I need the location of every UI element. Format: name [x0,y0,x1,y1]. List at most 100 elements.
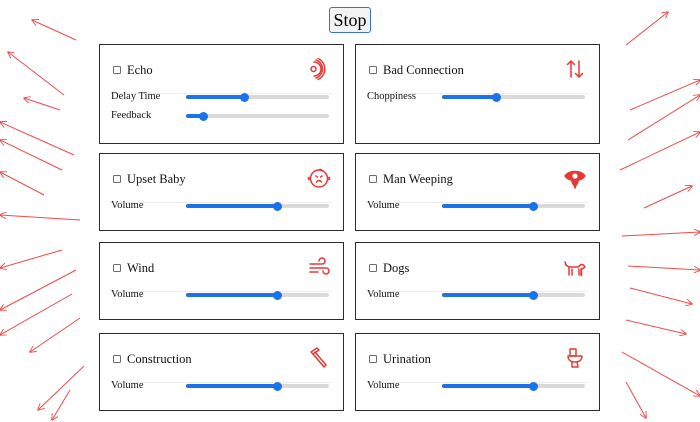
effect-checkbox[interactable] [369,175,377,183]
slider-fill [186,95,245,99]
control-row: Volume [100,199,343,213]
control-label: Volume [367,289,400,300]
slider-thumb[interactable] [273,290,283,300]
control-row: Volume [356,199,599,213]
control-label: Volume [111,289,144,300]
control-row: Delay Time [100,90,343,104]
effect-card-man-weeping: Man Weeping Volume [355,153,600,231]
slider-fill [186,293,278,297]
range-slider[interactable] [186,90,329,104]
slider-thumb[interactable] [529,381,539,391]
range-slider[interactable] [442,90,585,104]
control-row: Volume [356,379,599,393]
decorative-arrow [32,20,77,41]
slider-fill [186,384,278,388]
decorative-arrow [621,351,700,396]
control-row: Feedback [100,109,343,123]
effect-card-echo: Echo Delay Time Feedback [99,44,344,144]
up-down-arrows-icon [563,57,587,81]
range-slider[interactable] [442,199,585,213]
card-header: Wind [100,243,343,291]
decorative-arrow [0,249,63,268]
slider-thumb[interactable] [491,92,501,102]
slider-thumb[interactable] [273,201,283,211]
wind-icon [307,255,331,279]
stop-button[interactable]: Stop [329,7,371,33]
control-row: Volume [100,379,343,393]
slider-thumb[interactable] [529,290,539,300]
card-header: Echo [100,45,343,93]
range-slider[interactable] [442,288,585,302]
effect-checkbox[interactable] [113,175,121,183]
decorative-arrow [629,80,700,111]
effect-checkbox[interactable] [113,66,121,74]
effect-card-construction: Construction Volume [99,333,344,411]
effect-card-upset-baby: Upset Baby Volume [99,153,344,231]
decorative-arrow [0,122,75,156]
slider-fill [442,95,497,99]
card-header: Upset Baby [100,154,343,202]
control-label: Volume [367,200,400,211]
control-label: Delay Time [111,91,161,102]
decorative-arrow [621,232,700,237]
slider-thumb[interactable] [198,111,208,121]
decorative-arrow [0,172,45,196]
decorative-arrow [0,269,77,310]
control-label: Feedback [111,110,152,121]
effect-checkbox[interactable] [113,264,121,272]
decorative-arrow [627,265,700,270]
decorative-arrow [24,98,61,111]
decorative-arrow [627,95,700,141]
decorative-arrow [629,287,692,304]
effect-checkbox[interactable] [369,66,377,74]
hammer-icon [307,346,331,370]
effect-title: Construction [127,352,192,366]
effect-card-urination: Urination Volume [355,333,600,411]
card-header: Man Weeping [356,154,599,202]
slider-thumb[interactable] [273,381,283,391]
range-slider[interactable] [186,379,329,393]
effect-title: Upset Baby [127,172,186,186]
effect-checkbox[interactable] [113,355,121,363]
control-label: Volume [111,200,144,211]
slider-thumb[interactable] [529,201,539,211]
control-row: Choppiness [356,90,599,104]
effect-title: Wind [127,261,155,275]
range-slider[interactable] [442,379,585,393]
dog-icon [563,255,587,279]
decorative-arrow [0,293,73,335]
decorative-arrow [625,381,646,418]
toilet-icon [563,346,587,370]
effect-card-dogs: Dogs Volume [355,242,600,320]
effect-title: Bad Connection [383,63,464,77]
card-header: Urination [356,334,599,382]
control-label: Choppiness [367,91,417,102]
effect-title: Man Weeping [383,172,453,186]
effect-title: Echo [127,63,153,77]
card-header: Construction [100,334,343,382]
control-row: Volume [356,288,599,302]
decorative-arrow [0,140,63,171]
decorative-arrow [30,317,81,352]
effect-card-wind: Wind Volume [99,242,344,320]
range-slider[interactable] [186,199,329,213]
baby-face-icon [307,166,331,190]
effect-card-bad-connection: Bad Connection Choppiness [355,44,600,144]
slider-fill [442,204,534,208]
effect-checkbox[interactable] [369,355,377,363]
card-header: Bad Connection [356,45,599,93]
range-slider[interactable] [186,109,329,123]
decorative-arrow [38,365,85,410]
slider-thumb[interactable] [240,92,250,102]
slider-fill [442,293,534,297]
effect-checkbox[interactable] [369,264,377,272]
card-header: Dogs [356,243,599,291]
control-label: Volume [111,380,144,391]
range-slider[interactable] [186,288,329,302]
slider-fill [186,204,278,208]
weeping-eye-icon [563,166,587,190]
effect-title: Dogs [383,261,410,275]
effect-title: Urination [383,352,431,366]
control-label: Volume [367,380,400,391]
slider-fill [442,384,534,388]
